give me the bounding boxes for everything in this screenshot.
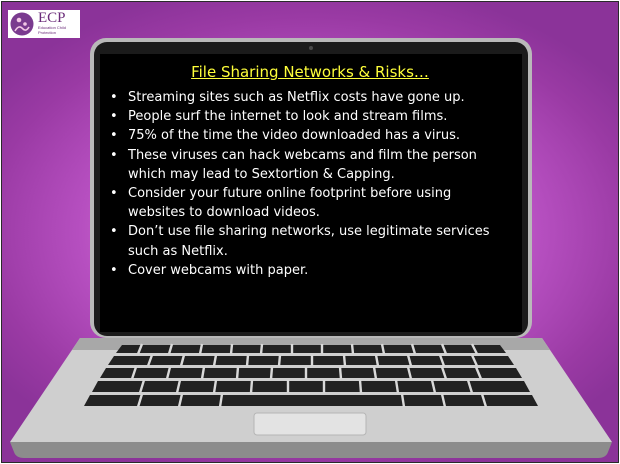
- bullet-item: Cover webcams with paper.: [108, 261, 512, 280]
- laptop-screen: File Sharing Networks & Risks… Streaming…: [108, 58, 512, 326]
- slide-title: File Sharing Networks & Risks…: [191, 63, 429, 81]
- bullet-item: Streaming sites such as Netflix costs ha…: [108, 88, 512, 107]
- slide: ECP Education Child Protection File Shar…: [1, 1, 619, 463]
- trackpad: [253, 412, 367, 436]
- bullet-item: These viruses can hack webcams and film …: [108, 146, 512, 184]
- bullet-item: Don’t use file sharing networks, use leg…: [108, 222, 512, 260]
- bullet-item: 75% of the time the video downloaded has…: [108, 126, 512, 145]
- logo-emblem-icon: [10, 12, 34, 36]
- ecp-logo: ECP Education Child Protection: [8, 10, 80, 38]
- logo-subtitle: Education Child Protection: [38, 25, 67, 35]
- bullet-list: Streaming sites such as Netflix costs ha…: [108, 88, 512, 280]
- bullet-item: Consider your future online footprint be…: [108, 184, 512, 222]
- bullet-item: People surf the internet to look and str…: [108, 107, 512, 126]
